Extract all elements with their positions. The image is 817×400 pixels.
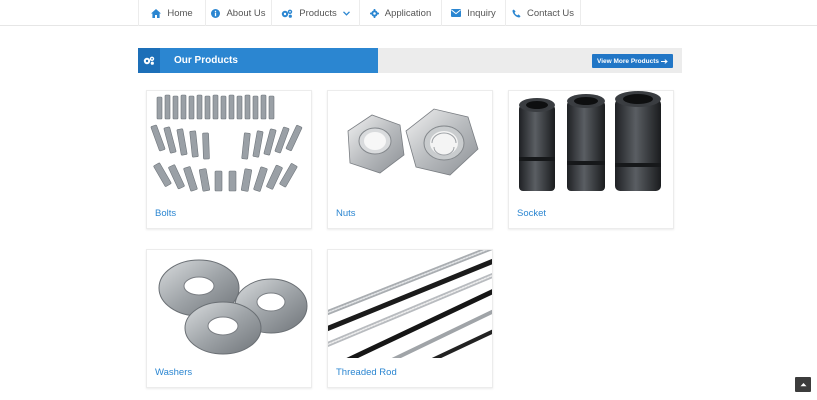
product-label: Washers bbox=[155, 367, 193, 378]
gears-icon bbox=[143, 56, 155, 65]
nav-item-home[interactable]: Home bbox=[138, 0, 205, 26]
bolts-image bbox=[147, 91, 311, 199]
chevron-down-icon bbox=[342, 10, 350, 16]
section-title: Our Products bbox=[160, 48, 378, 73]
product-label: Threaded Rod bbox=[336, 367, 397, 378]
nav-item-label: Products bbox=[299, 7, 337, 19]
product-card-washers[interactable]: Washers bbox=[146, 249, 312, 388]
nav-item-products[interactable]: Products bbox=[271, 0, 359, 26]
nav-item-about-us[interactable]: About Us bbox=[205, 0, 271, 26]
arrow-right-icon bbox=[661, 58, 668, 64]
top-navigation: Home About Us Products Application Inqui… bbox=[0, 0, 817, 26]
gears-icon bbox=[282, 9, 293, 18]
threaded-rod-image bbox=[328, 250, 492, 358]
nav-item-label: Home bbox=[167, 7, 193, 19]
nav-item-contact-us[interactable]: Contact Us bbox=[505, 0, 581, 26]
socket-image bbox=[509, 91, 673, 199]
view-more-label: View More Products bbox=[596, 57, 659, 65]
phone-icon bbox=[512, 8, 521, 18]
nav-item-application[interactable]: Application bbox=[359, 0, 441, 26]
product-card-bolts[interactable]: Bolts bbox=[146, 90, 312, 229]
product-card-socket[interactable]: Socket bbox=[508, 90, 674, 229]
nav-item-label: Contact Us bbox=[527, 7, 574, 19]
home-icon bbox=[151, 8, 162, 18]
view-more-products-button[interactable]: View More Products bbox=[591, 54, 673, 68]
product-label: Socket bbox=[517, 208, 547, 219]
nav-item-inquiry[interactable]: Inquiry bbox=[441, 0, 505, 26]
info-icon bbox=[211, 8, 221, 18]
chevron-up-icon bbox=[800, 383, 806, 387]
nav-item-label: Inquiry bbox=[467, 7, 496, 19]
washers-image bbox=[147, 250, 311, 358]
product-label: Bolts bbox=[155, 208, 177, 219]
envelope-icon bbox=[451, 9, 462, 17]
product-card-nuts[interactable]: Nuts bbox=[327, 90, 493, 229]
gear-icon bbox=[369, 8, 379, 18]
product-label: Nuts bbox=[336, 208, 356, 219]
nav-item-label: Application bbox=[384, 7, 432, 19]
nuts-image bbox=[328, 91, 492, 199]
section-icon-box bbox=[138, 48, 160, 73]
our-products-header: Our Products View More Products bbox=[138, 48, 682, 73]
nav-item-label: About Us bbox=[226, 7, 266, 19]
scroll-to-top-button[interactable] bbox=[795, 377, 811, 392]
product-card-threaded-rod[interactable]: Threaded Rod bbox=[327, 249, 493, 388]
